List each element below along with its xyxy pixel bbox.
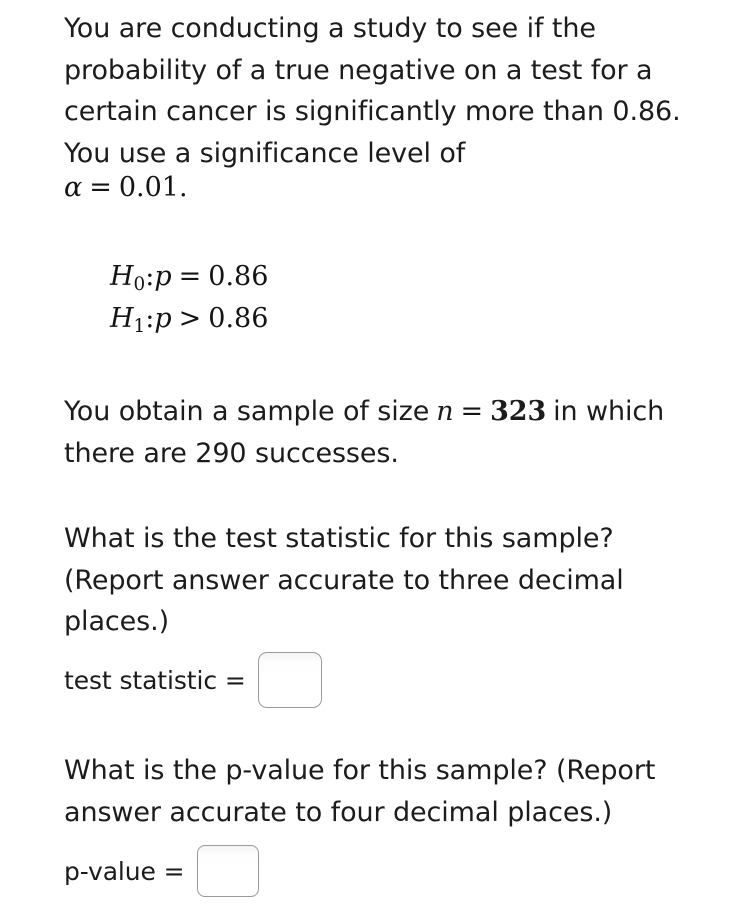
question-test-statistic-text: What is the test statistic for this samp… (64, 523, 624, 637)
alternative-hypothesis: H1:p >0.86 (110, 302, 268, 344)
test-statistic-label: test statistic = (64, 665, 246, 695)
alpha-symbol: α (64, 172, 83, 203)
intro-block: You are conducting a study to see if the… (64, 8, 694, 203)
p-value-input[interactable] (196, 845, 259, 897)
question-test-statistic-block: What is the test statistic for this samp… (64, 518, 694, 643)
question-p-value-text: What is the p-value for this sample? (Re… (64, 755, 656, 828)
intro-paragraph: You are conducting a study to see if the… (64, 13, 681, 169)
alternative-hypothesis-subscript: 1 (133, 316, 146, 338)
alternative-hypothesis-relation: > (178, 303, 202, 335)
test-statistic-input[interactable] (257, 652, 322, 708)
answer-test-statistic-row: test statistic = (64, 652, 322, 708)
sample-size-symbol: n (436, 396, 454, 427)
alpha-equals-sign: = (89, 172, 112, 203)
sample-text-before: You obtain a sample of size (64, 396, 430, 427)
p-value-label: p-value = (64, 856, 185, 886)
null-hypothesis: H0:p = 0.86 (110, 260, 268, 302)
answer-p-value-row: p-value = (64, 845, 259, 897)
sample-paragraph: You obtain a sample of size n = 323 in which… (64, 396, 664, 469)
alternative-hypothesis-value: 0.86 (208, 303, 269, 335)
problem-page: You are conducting a study to see if the… (0, 0, 750, 916)
null-hypothesis-symbol: H (110, 261, 134, 292)
alpha-value: 0.01. (118, 172, 188, 203)
null-hypothesis-relation: = (178, 261, 202, 292)
null-hypothesis-subscript: 0 (133, 274, 146, 296)
null-hypothesis-parameter: p (154, 261, 172, 292)
significance-level-equation: α = 0.01. (64, 172, 694, 203)
null-hypothesis-colon: : (145, 261, 155, 292)
sample-size-equals-sign: = (460, 396, 484, 427)
hypotheses-block: H0:p = 0.86 H1:p >0.86 (110, 260, 268, 344)
question-p-value-block: What is the p-value for this sample? (Re… (64, 750, 704, 833)
null-hypothesis-value: 0.86 (208, 261, 269, 292)
alternative-hypothesis-parameter: p (154, 303, 172, 335)
alternative-hypothesis-colon: : (145, 303, 155, 335)
sample-block: You obtain a sample of size n = 323 in which… (64, 391, 694, 474)
alternative-hypothesis-symbol: H (110, 303, 134, 335)
sample-size-value: 323 (490, 396, 547, 427)
